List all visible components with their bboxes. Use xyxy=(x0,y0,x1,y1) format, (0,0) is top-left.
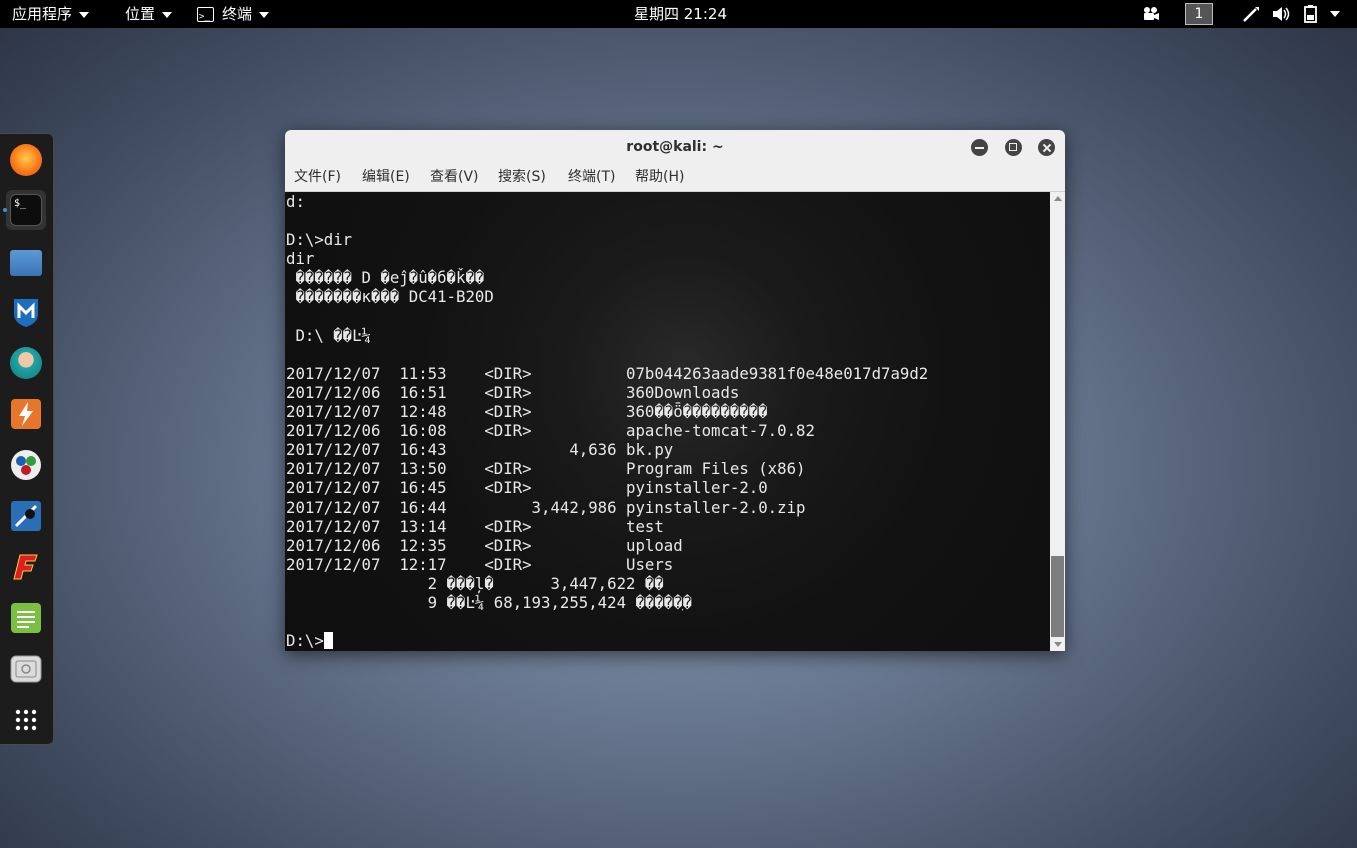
terminal-line: 2017/12/06 16:08 <DIR> apache-tomcat-7.0… xyxy=(286,421,815,441)
terminal-text: d: D:\>dir dir ������ D �еĵ�û�б�ǩ�� ����… xyxy=(285,192,1050,631)
close-button[interactable] xyxy=(1038,139,1055,156)
faraday-icon xyxy=(13,554,38,580)
scrollbar[interactable] xyxy=(1050,192,1065,651)
terminal-line: 2017/12/07 16:45 <DIR> pyinstaller-2.0 xyxy=(286,478,768,498)
dock-item-beef[interactable] xyxy=(6,496,46,536)
terminal-line: �������к��� DC41-B20D xyxy=(286,287,494,307)
dock-item-screenshot[interactable] xyxy=(6,649,46,689)
menu-help[interactable]: 帮助(H) xyxy=(635,164,684,191)
applications-menu-label: 应用程序 xyxy=(12,5,73,23)
text-editor-icon xyxy=(11,603,41,633)
terminal-line: 2017/12/07 13:14 <DIR> test xyxy=(286,516,664,536)
terminal-window: root@kali: ~ 文件(F) 编辑(E) 查看(V) 搜索(S) 终端(… xyxy=(285,130,1065,651)
terminal-line: 2 ���ļ� 3,447,622 �� xyxy=(286,573,664,593)
menu-edit[interactable]: 编辑(E) xyxy=(362,164,410,191)
terminal-icon: $_ xyxy=(10,194,42,226)
scrollbar-thumb[interactable] xyxy=(1051,556,1064,637)
terminal-line: D:\ ��Ŀ¼ xyxy=(286,325,372,345)
dock-item-terminal[interactable]: $_ xyxy=(6,190,46,230)
terminal-line: 9 ��Ŀ¼ 68,193,255,424 �����ֽ� xyxy=(286,592,693,612)
running-indicator xyxy=(3,208,7,212)
applications-menu[interactable]: 应用程序 xyxy=(12,0,90,28)
terminal-line: 2017/12/07 16:44 3,442,986 pyinstaller-2… xyxy=(286,497,806,517)
menu-terminal[interactable]: 终端(T) xyxy=(568,164,615,191)
terminal-line: 2017/12/07 13:50 <DIR> Program Files (x8… xyxy=(286,459,806,479)
video-camera-icon[interactable] xyxy=(1142,6,1160,22)
dock-item-armitage[interactable] xyxy=(6,343,46,383)
dock-item-firefox[interactable] xyxy=(6,140,46,180)
scroll-down-arrow-icon[interactable] xyxy=(1054,642,1062,647)
places-menu-label: 位置 xyxy=(125,5,156,23)
dock-item-show-apps[interactable] xyxy=(6,700,46,740)
maltego-icon xyxy=(11,450,41,480)
app-grid-icon xyxy=(15,709,37,731)
top-panel: 应用程序 位置 终端 星期四 21:24 1 xyxy=(0,0,1357,31)
terminal-line: 2017/12/07 11:53 <DIR> 07b044263aade9381… xyxy=(286,363,929,383)
files-icon xyxy=(10,250,42,276)
terminal-line: D:\>dir xyxy=(286,230,353,250)
terminal-line: 2017/12/07 12:17 <DIR> Users xyxy=(286,554,674,574)
terminal-line: dir xyxy=(286,249,315,269)
system-menu-chevron-icon[interactable] xyxy=(1330,11,1340,17)
terminal-line: 2017/12/06 12:35 <DIR> upload xyxy=(286,535,683,555)
firefox-icon xyxy=(10,144,42,176)
dock-item-faraday[interactable] xyxy=(6,547,46,587)
dock: $_ xyxy=(0,133,54,745)
terminal-app-menu-label: 终端 xyxy=(222,5,253,23)
terminal-line: ������ D �еĵ�û�б�ǩ�� xyxy=(286,268,485,288)
dock-item-metasploit[interactable] xyxy=(6,292,46,332)
terminal-line: 2017/12/06 16:51 <DIR> 360Downloads xyxy=(286,382,740,402)
terminal-icon xyxy=(197,3,214,31)
terminal-prompt: D:\> xyxy=(286,631,324,651)
dock-item-files[interactable] xyxy=(6,241,46,281)
dock-item-text-editor[interactable] xyxy=(6,598,46,638)
pen-icon[interactable] xyxy=(1242,5,1260,23)
screenshot-icon xyxy=(10,655,42,683)
places-menu[interactable]: 位置 xyxy=(125,0,173,28)
menu-view[interactable]: 查看(V) xyxy=(430,164,479,191)
battery-icon[interactable] xyxy=(1302,4,1320,24)
terminal-line: 2017/12/07 16:43 4,636 bk.py xyxy=(286,440,674,460)
chevron-down-icon xyxy=(79,11,90,18)
dock-item-burpsuite[interactable] xyxy=(6,394,46,434)
menu-search[interactable]: 搜索(S) xyxy=(498,164,546,191)
text-cursor xyxy=(323,632,333,650)
armitage-icon xyxy=(10,347,42,379)
chevron-down-icon xyxy=(259,11,270,18)
chevron-down-icon xyxy=(162,11,173,18)
terminal-line: d: xyxy=(286,192,305,211)
dock-item-maltego[interactable] xyxy=(6,445,46,485)
menu-file[interactable]: 文件(F) xyxy=(294,164,341,191)
metasploit-icon xyxy=(14,299,38,327)
terminal-line: 2017/12/07 12:48 <DIR> 360��ȫ��������� xyxy=(286,402,768,422)
volume-icon[interactable] xyxy=(1272,6,1292,22)
terminal-prompt-line: D:\> xyxy=(285,631,1050,650)
minimize-button[interactable] xyxy=(971,139,988,156)
terminal-output[interactable]: d: D:\>dir dir ������ D �еĵ�û�б�ǩ�� ����… xyxy=(285,192,1050,651)
title-bar[interactable]: root@kali: ~ xyxy=(285,130,1065,164)
beef-icon xyxy=(11,501,41,531)
maximize-button[interactable] xyxy=(1005,139,1022,156)
clock[interactable]: 星期四 21:24 xyxy=(634,0,727,28)
burpsuite-icon xyxy=(11,399,41,429)
menu-bar: 文件(F) 编辑(E) 查看(V) 搜索(S) 终端(T) 帮助(H) xyxy=(285,164,1065,192)
scroll-up-arrow-icon[interactable] xyxy=(1054,196,1062,201)
terminal-app-menu[interactable]: 终端 xyxy=(197,0,270,31)
workspace-indicator[interactable]: 1 xyxy=(1185,3,1213,25)
window-title: root@kali: ~ xyxy=(626,139,724,155)
